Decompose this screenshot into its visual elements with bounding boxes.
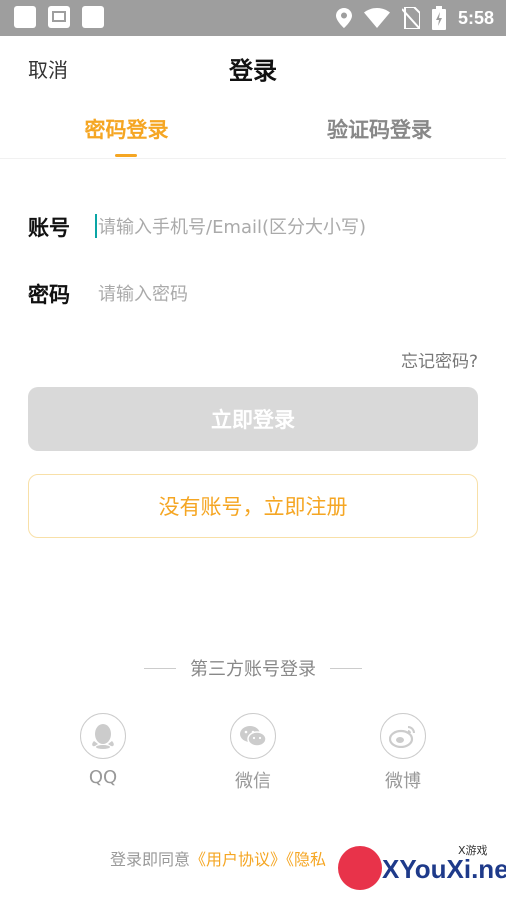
no-sim-icon — [401, 7, 420, 29]
login-button[interactable]: 立即登录 — [28, 387, 478, 451]
account-label: 账号 — [28, 216, 70, 240]
divider-line — [330, 667, 362, 669]
qq-label: QQ — [88, 767, 118, 788]
password-field: 密码 — [28, 273, 480, 313]
wechat-login-button[interactable]: 微信 — [208, 713, 298, 793]
forgot-password-link[interactable]: 忘记密码? — [401, 347, 478, 372]
tab-code-login[interactable]: 验证码登录 — [253, 114, 506, 144]
header: 取消 登录 — [0, 36, 506, 98]
wifi-icon — [363, 8, 390, 28]
divider-line — [144, 667, 176, 669]
password-label: 密码 — [28, 283, 70, 307]
account-field: 账号 — [28, 206, 480, 246]
weibo-icon — [380, 713, 426, 759]
agreement-text: 登录即同意《用户协议》《隐私 — [110, 846, 326, 870]
status-bar: 5:58 — [0, 0, 506, 36]
notification-box-icon — [14, 6, 36, 28]
weibo-label: 微博 — [385, 771, 421, 792]
status-time: 5:58 — [457, 7, 494, 28]
location-icon — [335, 8, 352, 28]
active-tab-indicator — [115, 154, 137, 157]
gamepad-logo-icon — [338, 846, 382, 890]
qq-icon — [80, 713, 126, 759]
qq-login-button[interactable]: QQ — [58, 713, 148, 788]
weibo-login-button[interactable]: 微博 — [358, 713, 448, 793]
login-tabs: 密码登录 验证码登录 — [0, 98, 506, 159]
password-input[interactable] — [96, 275, 480, 313]
wechat-label: 微信 — [235, 771, 271, 792]
image-icon — [48, 6, 70, 28]
watermark: X游戏 XYouXi.net — [336, 840, 506, 894]
third-party-divider: 第三方账号登录 — [0, 655, 506, 681]
privacy-link[interactable]: 《隐私 — [286, 850, 326, 869]
register-button[interactable]: 没有账号，立即注册 — [28, 474, 478, 538]
notification-box-icon — [82, 6, 104, 28]
wechat-icon — [230, 713, 276, 759]
tab-password-login[interactable]: 密码登录 — [0, 114, 253, 144]
agreement-prefix: 登录即同意 — [110, 850, 191, 869]
battery-charging-icon — [431, 6, 446, 30]
account-input[interactable] — [96, 208, 480, 246]
third-party-title: 第三方账号登录 — [190, 659, 316, 680]
user-agreement-link[interactable]: 《用户协议》 — [190, 850, 286, 869]
watermark-text: XYouXi.net — [382, 854, 506, 884]
page-title: 登录 — [229, 57, 277, 85]
